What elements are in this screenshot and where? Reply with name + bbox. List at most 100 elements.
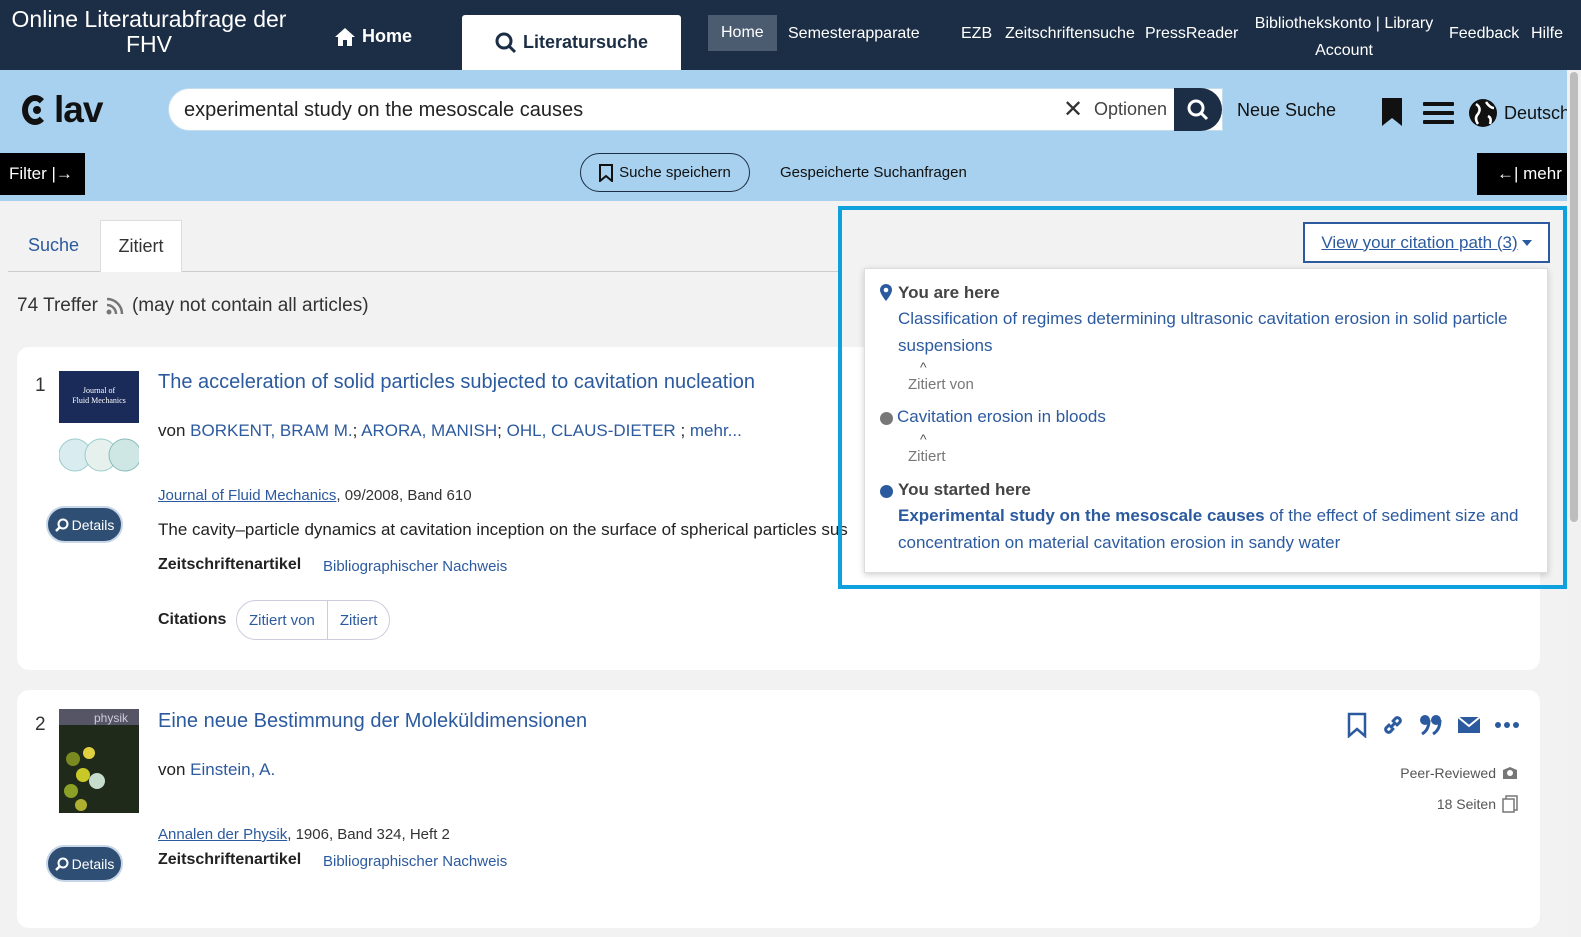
caret-up-icon: ^ — [920, 359, 927, 375]
more-authors-link[interactable]: mehr... — [690, 421, 742, 440]
tab-cited[interactable]: Zitiert — [100, 220, 182, 272]
peer-review-icon — [1503, 767, 1517, 779]
vertical-scrollbar[interactable] — [1567, 70, 1581, 937]
top-navbar: Online Literaturabfrage der FHV Home Lit… — [0, 0, 1581, 70]
by-label: von — [158, 760, 186, 779]
home-tab[interactable]: Home — [334, 26, 412, 47]
clear-icon[interactable]: ✕ — [1063, 95, 1083, 124]
search-icon — [1187, 99, 1209, 120]
nav-feedback[interactable]: Feedback — [1449, 25, 1519, 43]
author-link[interactable]: ARORA, MANISH — [361, 421, 497, 440]
abstract-snippet: The cavity–particle dynamics at cavitati… — [158, 520, 848, 539]
current-article-link[interactable]: Classification of regimes determining ul… — [898, 305, 1533, 359]
magnifier-icon — [54, 857, 69, 871]
path-dot — [880, 485, 893, 498]
save-search-label: Suche speichern — [619, 164, 731, 181]
search-input[interactable]: experimental study on the mesoscale caus… — [168, 88, 1223, 131]
nav-semesterapparate[interactable]: Semesterapparate — [788, 25, 920, 43]
source-line: Annalen der Physik, 1906, Band 324, Heft… — [158, 826, 450, 843]
result-title-link[interactable]: The acceleration of solid particles subj… — [158, 371, 755, 394]
scrollbar-thumb[interactable] — [1570, 72, 1578, 522]
by-label: von — [158, 421, 186, 440]
start-title-highlight: Experimental study on the mesoscale caus… — [898, 506, 1265, 525]
bibliographic-record: Bibliographischer Nachweis — [323, 853, 508, 870]
cited-by-button[interactable]: Zitiert von — [237, 601, 327, 639]
author-link[interactable]: BORKENT, BRAM M. — [190, 421, 352, 440]
tab-search[interactable]: Suche — [28, 220, 79, 272]
citations-label: Citations — [158, 611, 227, 628]
nav-home[interactable]: Home — [708, 15, 777, 51]
bibliographic-record: Bibliographischer Nachweis — [323, 558, 508, 575]
site-title: Online Literaturabfrage der FHV — [11, 6, 287, 57]
bookmark-icon — [599, 163, 614, 182]
bookmark-icon[interactable] — [1347, 712, 1367, 738]
language-selector[interactable]: Deutsch — [1468, 98, 1570, 128]
path-dot — [880, 412, 893, 425]
you-are-here-label: You are here — [898, 283, 1000, 302]
home-tab-label: Home — [362, 26, 413, 46]
quote-icon[interactable] — [1419, 714, 1443, 736]
rss-icon[interactable] — [106, 297, 124, 315]
journal-link[interactable]: Annalen der Physik — [158, 826, 287, 843]
cited-by-relation: Zitiert von — [908, 376, 974, 393]
search-band: lav experimental study on the mesoscale … — [0, 70, 1581, 201]
cover-title: physik — [94, 711, 129, 725]
literature-search-tab[interactable]: Literatursuche — [462, 15, 681, 70]
citations-toggle: Zitiert von Zitiert — [236, 600, 391, 640]
home-icon — [335, 27, 355, 46]
logo-text: lav — [54, 89, 103, 130]
cover-thumbnail[interactable]: physik — [59, 709, 139, 813]
account-line2: Account — [1315, 42, 1373, 59]
document-type: Zeitschriftenartikel — [158, 851, 302, 868]
cover-thumbnail[interactable]: Journal of Fluid Mechanics — [58, 371, 142, 485]
more-options-icon[interactable] — [1495, 721, 1519, 729]
author-link[interactable]: Einstein, A. — [190, 760, 275, 779]
link-icon[interactable] — [1381, 713, 1405, 737]
save-search-button[interactable]: Suche speichern — [580, 153, 750, 192]
details-button[interactable]: Details — [46, 845, 123, 882]
journal-link[interactable]: Journal of Fluid Mechanics — [158, 487, 336, 504]
start-article-link[interactable]: Experimental study on the mesoscale caus… — [898, 502, 1533, 556]
peer-reviewed-label: Peer-Reviewed — [1400, 765, 1496, 781]
intermediate-article-link[interactable]: Cavitation erosion in bloods — [897, 403, 1532, 430]
page-count: 18 Seiten — [1437, 795, 1518, 813]
details-label: Details — [71, 855, 115, 872]
author-list: von Einstein, A. — [158, 760, 275, 780]
location-pin-icon — [880, 284, 892, 301]
library-account-link[interactable]: Bibliothekskonto | Library Account — [1253, 10, 1435, 64]
more-button[interactable]: ←| mehr — [1477, 153, 1581, 195]
result-number: 1 — [35, 375, 46, 396]
results-note: (may not contain all articles) — [131, 295, 369, 316]
result-title-link[interactable]: Eine neue Bestimmung der Moleküldimensio… — [158, 710, 587, 733]
nav-help[interactable]: Hilfe — [1531, 25, 1563, 43]
search-button[interactable] — [1174, 88, 1222, 131]
pages-icon — [1502, 795, 1518, 813]
cites-button[interactable]: Zitiert — [326, 601, 389, 639]
saved-queries-link[interactable]: Gespeicherte Suchanfragen — [780, 164, 967, 181]
peer-reviewed-badge: Peer-Reviewed — [1400, 765, 1518, 781]
bookmark-icon[interactable] — [1381, 97, 1403, 127]
citation-path-label: View your citation path (3) — [1321, 232, 1518, 252]
search-query[interactable]: experimental study on the mesoscale caus… — [184, 99, 583, 122]
details-button[interactable]: Details — [46, 506, 123, 543]
filter-button[interactable]: Filter |→ — [0, 153, 85, 195]
new-search-link[interactable]: Neue Suche — [1237, 100, 1336, 121]
document-type: Zeitschriftenartikel — [158, 556, 302, 573]
result-tabs: Suche Zitiert — [8, 220, 838, 272]
citation-path-dropdown: You are here Classification of regimes d… — [864, 268, 1548, 573]
citation-path-button[interactable]: View your citation path (3) — [1303, 222, 1550, 263]
email-icon[interactable] — [1457, 716, 1481, 734]
logo[interactable]: lav — [22, 89, 103, 131]
nav-journal-search[interactable]: Zeitschriftensuche — [1005, 25, 1135, 43]
menu-icon[interactable] — [1423, 102, 1454, 129]
caret-up-icon: ^ — [920, 431, 927, 447]
nav-pressreader[interactable]: PressReader — [1145, 25, 1238, 43]
page-count-label: 18 Seiten — [1436, 796, 1496, 812]
source-line: Journal of Fluid Mechanics, 09/2008, Ban… — [158, 487, 472, 504]
caret-down-icon — [1521, 239, 1532, 246]
nav-ezb[interactable]: EZB — [961, 25, 992, 43]
author-link[interactable]: OHL, CLAUS-DIETER — [507, 421, 676, 440]
logo-mark — [22, 95, 48, 125]
options-button[interactable]: Optionen — [1094, 99, 1167, 120]
language-label: Deutsch — [1504, 102, 1571, 123]
